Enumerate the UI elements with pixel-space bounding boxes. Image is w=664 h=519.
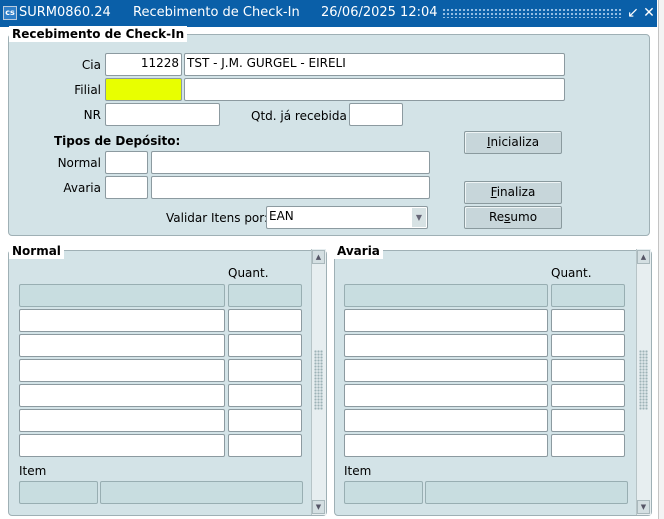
resumo-label-rest: umo: [510, 210, 538, 224]
validar-selected-value: EAN: [269, 209, 294, 223]
inicializa-label: nicializa: [490, 135, 540, 149]
normal-row-7-item[interactable]: [19, 434, 225, 457]
normal-row-2-item[interactable]: [19, 309, 225, 332]
finaliza-label: inaliza: [496, 185, 536, 199]
app-code: SURM0860.24: [19, 5, 111, 20]
avaria-row-4-item[interactable]: [344, 359, 548, 382]
normal-row-2-qty[interactable]: [228, 309, 302, 332]
resumo-label-pre: Re: [488, 210, 505, 224]
avaria-row-2-item[interactable]: [344, 309, 548, 332]
cia-code-field[interactable]: 11228: [105, 53, 182, 76]
avaria-row-3-qty[interactable]: [551, 334, 625, 357]
dropdown-arrow-icon[interactable]: ▼: [412, 208, 426, 227]
normal-block-title: Normal: [9, 243, 64, 259]
window-datetime: 26/06/2025 12:04: [321, 5, 438, 20]
cia-label: Cia: [81, 58, 101, 72]
scroll-down-icon[interactable]: ▼: [637, 500, 650, 514]
normal-row-4-item[interactable]: [19, 359, 225, 382]
avaria-row-3-item[interactable]: [344, 334, 548, 357]
checkin-panel-title: Recebimento de Check-In: [9, 26, 188, 42]
avaria-scroll-thumb[interactable]: [639, 350, 648, 410]
avaria-item-code[interactable]: [344, 481, 423, 504]
normal-row-5-qty[interactable]: [228, 384, 302, 407]
app-icon: cs: [3, 6, 17, 20]
avaria-item-desc[interactable]: [425, 481, 628, 504]
title-grip: [442, 8, 622, 18]
resumo-button[interactable]: Resumo: [464, 206, 562, 229]
filial-label: Filial: [74, 83, 101, 97]
avaria-item-label: Item: [344, 464, 372, 478]
normal-row-4-qty[interactable]: [228, 359, 302, 382]
scroll-up-icon[interactable]: ▲: [637, 250, 650, 264]
avaria-block-title: Avaria: [334, 243, 383, 259]
normal-item-label: Item: [19, 464, 47, 478]
scroll-up-icon[interactable]: ▲: [312, 250, 325, 264]
normal-row-7-qty[interactable]: [228, 434, 302, 457]
filial-code-field[interactable]: [105, 78, 182, 101]
avaria-row-1-item[interactable]: [344, 284, 548, 307]
validar-label: Validar Itens por:: [166, 211, 269, 225]
avaria-name-field[interactable]: [151, 176, 430, 199]
minimize-icon[interactable]: ↙: [626, 3, 640, 23]
normal-scroll-thumb[interactable]: [314, 350, 323, 410]
normal-row-5-item[interactable]: [19, 384, 225, 407]
normal-row-3-item[interactable]: [19, 334, 225, 357]
avaria-row-5-qty[interactable]: [551, 384, 625, 407]
avaria-row-7-item[interactable]: [344, 434, 548, 457]
nr-field[interactable]: [105, 103, 220, 126]
inicializa-button[interactable]: Inicializa: [464, 131, 562, 154]
normal-row-1-qty[interactable]: [228, 284, 302, 307]
normal-label: Normal: [57, 156, 101, 170]
window-title: Recebimento de Check-In: [133, 5, 300, 20]
avaria-row-4-qty[interactable]: [551, 359, 625, 382]
normal-qty-header: Quant.: [228, 266, 269, 280]
filial-name-field[interactable]: [184, 78, 565, 101]
normal-row-6-item[interactable]: [19, 409, 225, 432]
nr-label: NR: [83, 108, 101, 122]
avaria-row-1-qty[interactable]: [551, 284, 625, 307]
normal-row-6-qty[interactable]: [228, 409, 302, 432]
avaria-row-7-qty[interactable]: [551, 434, 625, 457]
background-window-edge: [658, 0, 664, 519]
qtd-label: Qtd. já recebida: [251, 109, 347, 123]
avaria-label: Avaria: [63, 181, 101, 195]
scroll-down-icon[interactable]: ▼: [312, 500, 325, 514]
normal-item-code[interactable]: [19, 481, 98, 504]
finaliza-button[interactable]: Finaliza: [464, 181, 562, 204]
normal-name-field[interactable]: [151, 151, 430, 174]
qtd-field[interactable]: [349, 103, 403, 126]
validar-select[interactable]: EAN ▼: [266, 206, 428, 229]
title-bar: cs SURM0860.24 Recebimento de Check-In 2…: [0, 0, 657, 27]
avaria-row-5-item[interactable]: [344, 384, 548, 407]
normal-item-desc[interactable]: [100, 481, 303, 504]
avaria-row-6-item[interactable]: [344, 409, 548, 432]
cia-name-field[interactable]: TST - J.M. GURGEL - EIRELI: [184, 53, 565, 76]
avaria-code-field[interactable]: [105, 176, 148, 199]
avaria-qty-header: Quant.: [551, 266, 592, 280]
normal-row-1-item[interactable]: [19, 284, 225, 307]
tipos-deposito-title: Tipos de Depósito:: [54, 134, 181, 148]
avaria-row-2-qty[interactable]: [551, 309, 625, 332]
normal-code-field[interactable]: [105, 151, 148, 174]
close-icon[interactable]: ✕: [642, 3, 656, 23]
normal-row-3-qty[interactable]: [228, 334, 302, 357]
avaria-row-6-qty[interactable]: [551, 409, 625, 432]
